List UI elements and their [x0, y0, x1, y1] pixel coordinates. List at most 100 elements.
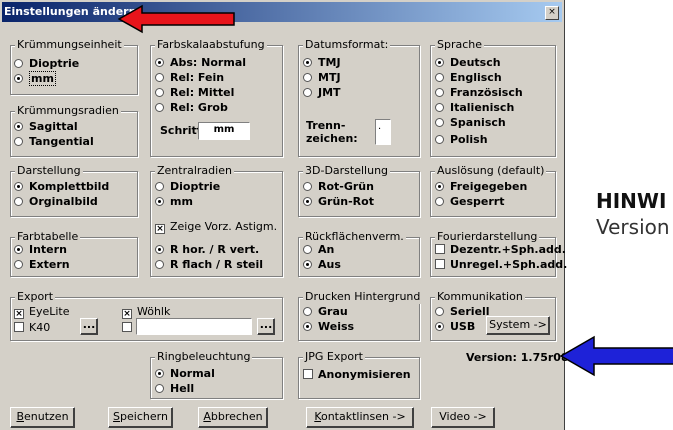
option-label: Grau	[318, 305, 348, 318]
radio-rel-grob[interactable]: Rel: Grob	[155, 101, 228, 115]
option-label: Abs: Normal	[170, 56, 247, 69]
option-label: R hor. / R vert.	[170, 243, 260, 256]
radio-icon	[14, 260, 23, 269]
radio-zr-mm[interactable]: mm	[155, 195, 193, 209]
radio-deutsch[interactable]: Deutsch	[435, 56, 501, 70]
group-drucken: Drucken Hintergrund	[298, 290, 423, 341]
radio-icon	[155, 182, 164, 191]
radio-rot-gruen[interactable]: Rot-Grün	[303, 180, 374, 194]
checkbox-zeige-astigm[interactable]: × Zeige Vorz. Astigm.	[155, 220, 277, 234]
schritt-field[interactable]: mm	[198, 122, 250, 140]
option-label: EyeLite	[29, 305, 70, 318]
radio-icon	[14, 122, 23, 131]
group-label: 3D-Darstellung	[303, 164, 391, 178]
radio-r-hor-vert[interactable]: R hor. / R vert.	[155, 243, 259, 257]
group-label: Krümmungsradien	[15, 104, 121, 118]
radio-englisch[interactable]: Englisch	[435, 71, 502, 85]
option-label: TMJ	[318, 56, 341, 69]
option-label: mm	[29, 71, 56, 86]
checkbox-unregel[interactable]: Unregel.+Sph.add.	[435, 258, 567, 272]
radio-sagittal[interactable]: Sagittal	[14, 120, 78, 134]
radio-seriell[interactable]: Seriell	[435, 305, 490, 319]
radio-hell[interactable]: Hell	[155, 382, 194, 396]
radio-mtj[interactable]: MTJ	[303, 71, 341, 85]
option-label: Intern	[29, 243, 67, 256]
radio-freigegeben[interactable]: Freigegeben	[435, 180, 527, 194]
radio-tmj[interactable]: TMJ	[303, 56, 341, 70]
background-line: Version	[596, 215, 670, 239]
radio-abs-normal[interactable]: Abs: Normal	[155, 56, 246, 70]
k40-browse-button[interactable]: ...	[80, 318, 98, 335]
radio-an[interactable]: An	[303, 243, 334, 257]
radio-normal[interactable]: Normal	[155, 367, 215, 381]
checkbox-dezentr[interactable]: Dezentr.+Sph.add.	[435, 243, 566, 257]
video-button[interactable]: Video ->	[431, 407, 495, 428]
group-ausloesung: Auslösung (default)	[430, 164, 556, 217]
checkbox-anonymisieren[interactable]: Anonymisieren	[303, 368, 411, 382]
radio-icon	[303, 260, 312, 269]
radio-spanisch[interactable]: Spanisch	[435, 116, 506, 130]
radio-icon	[155, 197, 164, 206]
check-icon: ×	[122, 309, 132, 319]
radio-orginalbild[interactable]: Orginalbild	[14, 195, 98, 209]
radio-usb[interactable]: USB	[435, 320, 475, 334]
check-icon	[122, 322, 132, 332]
group-label: Export	[15, 290, 56, 304]
background-heading: HINWI	[596, 189, 667, 213]
radio-extern[interactable]: Extern	[14, 258, 70, 272]
benutzen-button[interactable]: Benutzen	[10, 407, 75, 428]
abbrechen-button[interactable]: Abbrechen	[198, 407, 268, 428]
option-label: Dioptrie	[170, 180, 221, 193]
radio-mm[interactable]: mm	[14, 71, 56, 86]
option-label: USB	[450, 320, 476, 333]
radio-r-flach-steil[interactable]: R flach / R steil	[155, 258, 263, 272]
kontaktlinsen-button[interactable]: Kontaktlinsen ->	[306, 407, 414, 428]
option-label: Dioptrie	[29, 57, 80, 70]
export-path-field[interactable]	[136, 318, 252, 335]
radio-dioptrie[interactable]: Dioptrie	[14, 57, 79, 71]
check-icon: ×	[155, 224, 165, 234]
radio-icon	[14, 59, 23, 68]
group-darstellung: Darstellung	[10, 164, 138, 217]
speichern-button[interactable]: Speichern	[108, 407, 173, 428]
radio-icon	[14, 197, 23, 206]
radio-italienisch[interactable]: Italienisch	[435, 101, 514, 115]
radio-polish[interactable]: Polish	[435, 133, 488, 147]
radio-gesperrt[interactable]: Gesperrt	[435, 195, 504, 209]
radio-icon	[435, 322, 444, 331]
radio-franzoesisch[interactable]: Französisch	[435, 86, 523, 100]
radio-icon	[303, 58, 312, 67]
close-button[interactable]: ×	[545, 6, 559, 20]
option-label: Freigegeben	[450, 180, 528, 193]
path-browse-button[interactable]: ...	[257, 318, 275, 335]
radio-grau[interactable]: Grau	[303, 305, 348, 319]
radio-aus[interactable]: Aus	[303, 258, 341, 272]
group-kruemmungsradien: Krümmungsradien	[10, 104, 138, 157]
radio-intern[interactable]: Intern	[14, 243, 67, 257]
radio-icon	[155, 103, 164, 112]
trennzeichen-field[interactable]: .	[375, 119, 391, 145]
checkbox-extra[interactable]	[122, 321, 137, 335]
checkbox-woehlk[interactable]: × Wöhlk	[122, 305, 170, 319]
radio-rel-mittel[interactable]: Rel: Mittel	[155, 86, 234, 100]
system-button[interactable]: System ->	[486, 316, 550, 335]
radio-jmt[interactable]: JMT	[303, 86, 341, 100]
group-label: Auslösung (default)	[435, 164, 547, 178]
checkbox-eyelite[interactable]: × EyeLite	[14, 305, 70, 319]
radio-icon	[155, 245, 164, 254]
radio-komplettbild[interactable]: Komplettbild	[14, 180, 109, 194]
radio-rel-fein[interactable]: Rel: Fein	[155, 71, 224, 85]
radio-tangential[interactable]: Tangential	[14, 135, 94, 149]
option-label: Sagittal	[29, 120, 78, 133]
option-label: Dezentr.+Sph.add.	[450, 243, 566, 256]
radio-weiss[interactable]: Weiss	[303, 320, 354, 334]
group-label: Krümmungseinheit	[15, 38, 124, 52]
group-3d-darstellung: 3D-Darstellung	[298, 164, 420, 217]
radio-zr-dioptrie[interactable]: Dioptrie	[155, 180, 220, 194]
option-label: Rot-Grün	[318, 180, 374, 193]
option-label: Zeige Vorz. Astigm.	[170, 220, 278, 233]
option-label: Normal	[170, 367, 215, 380]
radio-icon	[14, 137, 23, 146]
radio-gruen-rot[interactable]: Grün-Rot	[303, 195, 374, 209]
checkbox-k40[interactable]: K40	[14, 321, 50, 335]
